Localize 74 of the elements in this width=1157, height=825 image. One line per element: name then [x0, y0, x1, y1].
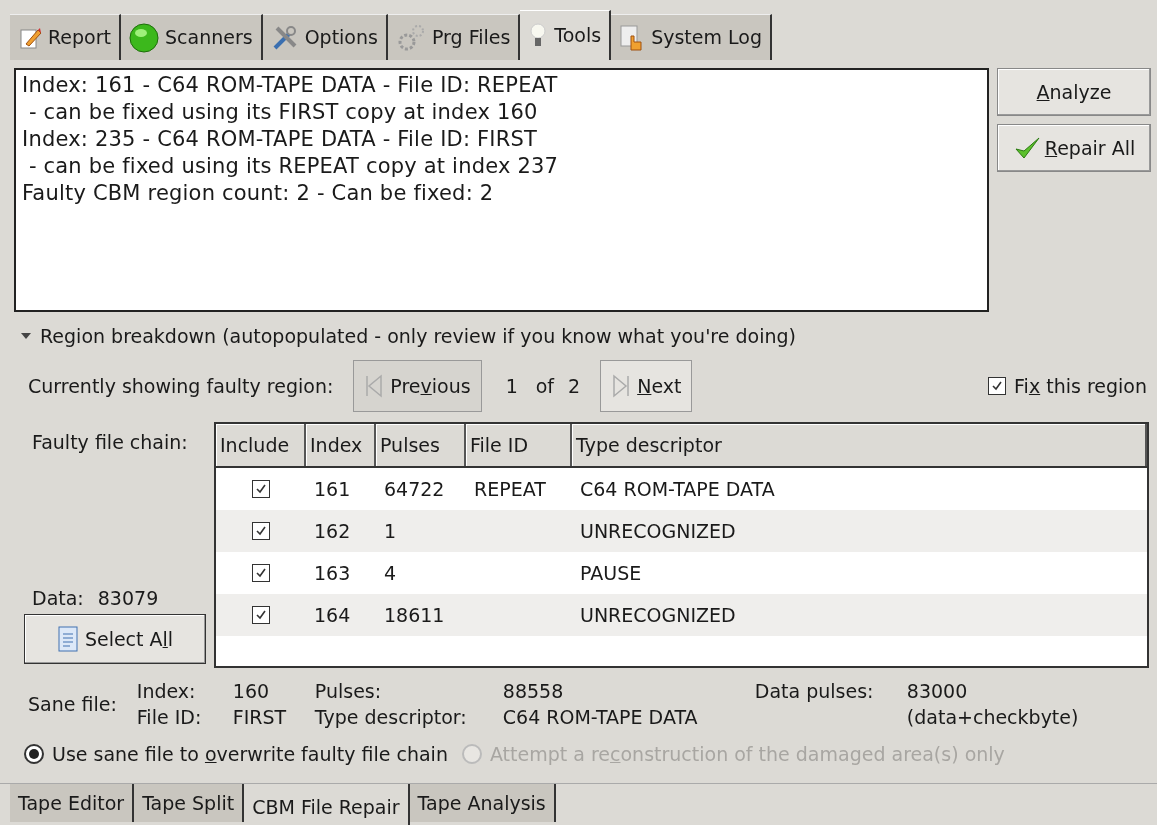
field-label: Index:	[136, 679, 197, 704]
table-cell-text: 164	[314, 602, 351, 628]
log-line: Index: 161 - C64 ROM-TAPE DATA - File ID: REPEAT	[22, 72, 558, 99]
next-button[interactable]: Next	[600, 360, 693, 412]
field-label: Data pulses:	[754, 679, 875, 704]
table-cell-text: UNRECOGNIZED	[580, 518, 736, 544]
fix-region-label: Fix this region	[1014, 373, 1147, 399]
sane-data-pulses: 83000	[906, 679, 969, 704]
log-line: - can be fixed using its FIRST copy at index 160	[27, 99, 538, 126]
field-label: Type descriptor:	[314, 705, 468, 730]
tab[interactable]: Options	[262, 14, 388, 60]
sane-file-label: Sane file:	[28, 692, 117, 717]
page-current: 1	[505, 373, 518, 399]
tab[interactable]: Tape Analysis	[409, 784, 556, 822]
checkmark-icon	[255, 525, 267, 537]
side-button[interactable]: Repair All	[997, 124, 1151, 172]
checkmark-icon	[255, 609, 267, 621]
column-header[interactable]: Include	[216, 424, 306, 466]
include-checkbox[interactable]	[252, 480, 270, 498]
checkmark-icon	[255, 483, 267, 495]
tab[interactable]: Report	[10, 14, 121, 60]
table-cell-text: 18611	[384, 602, 445, 628]
table-cell-text: 163	[314, 560, 351, 586]
radio-button[interactable]	[24, 744, 44, 764]
field-label: File ID:	[136, 705, 203, 730]
table-cell-text: REPEAT	[474, 476, 546, 502]
checkmark-icon	[255, 567, 267, 579]
sane-pulses: 88558	[502, 679, 565, 704]
column-header[interactable]: Type descriptor	[572, 424, 1147, 466]
table-cell-text: 4	[384, 560, 397, 586]
table-cell-text: 1	[384, 518, 397, 544]
tab[interactable]: Tape Editor	[10, 784, 135, 822]
sane-file-id: FIRST	[232, 705, 288, 730]
field-label: Pulses:	[314, 679, 383, 704]
log-line: - can be fixed using its REPEAT copy at index 237	[27, 153, 559, 180]
page-of: of	[535, 373, 555, 399]
log-line: Index: 235 - C64 ROM-TAPE DATA - File ID: FIRST	[22, 126, 538, 153]
log-text-area[interactable]	[14, 68, 989, 312]
document-icon	[56, 626, 79, 652]
table-cell-text: 64722	[384, 476, 445, 502]
tab[interactable]: Prg Files	[387, 14, 521, 60]
data-label: Data:	[32, 585, 84, 611]
column-header[interactable]: File ID	[466, 424, 572, 466]
table-cell-text: UNRECOGNIZED	[580, 602, 736, 628]
skip-forward-icon	[611, 374, 632, 398]
fix-region-checkbox[interactable]	[988, 377, 1007, 395]
tab[interactable]: System Log	[611, 14, 772, 60]
sane-type: C64 ROM-TAPE DATA	[502, 705, 699, 730]
sane-index: 160	[232, 679, 271, 704]
side-button[interactable]: Analyze	[997, 68, 1151, 116]
include-checkbox[interactable]	[252, 522, 270, 540]
tab[interactable]: Scanners	[121, 14, 263, 60]
select-all-button[interactable]: Select All	[24, 614, 206, 664]
radio-label: Use sane file to overwrite faulty file chain	[52, 741, 448, 767]
table-cell-text: C64 ROM-TAPE DATA	[580, 476, 775, 502]
status-light-icon	[129, 22, 159, 53]
tab[interactable]: Tape Split	[134, 784, 245, 822]
page-total: 2	[568, 373, 581, 399]
include-checkbox[interactable]	[252, 606, 270, 624]
sane-data-note: (data+checkbyte)	[906, 705, 1079, 730]
column-header[interactable]: Pulses	[376, 424, 466, 466]
tab[interactable]: Tools	[520, 10, 612, 60]
section-title: Region breakdown (autopopulated - only review if you know what you're doing)	[40, 323, 796, 349]
table-cell-text: 162	[314, 518, 351, 544]
skip-back-icon	[364, 374, 385, 398]
include-checkbox[interactable]	[252, 564, 270, 582]
log-line: Faulty CBM region count: 2 - Can be fixed: 2	[22, 180, 494, 207]
data-value: 83079	[97, 585, 159, 611]
nav-label: Currently showing faulty region:	[28, 373, 334, 399]
table-cell-text: PAUSE	[580, 560, 642, 586]
checkmark-icon	[991, 380, 1004, 392]
chain-label: Faulty file chain:	[32, 430, 188, 455]
table-cell-text: 161	[314, 476, 351, 502]
column-header[interactable]: Index	[306, 424, 376, 466]
